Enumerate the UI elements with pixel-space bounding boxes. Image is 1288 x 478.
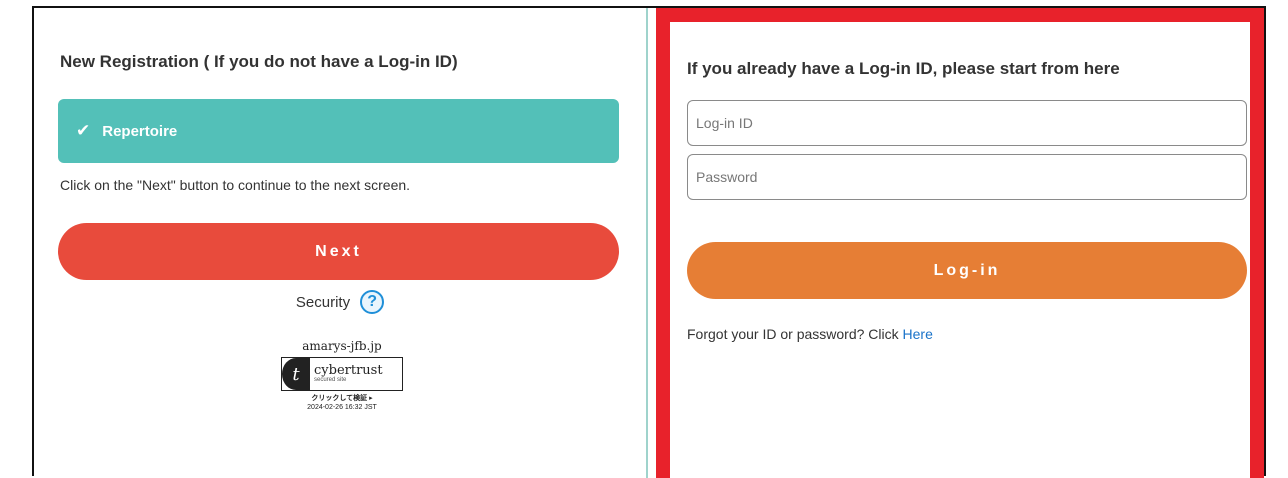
seal-verify: クリックして検証 ▸: [311, 395, 373, 402]
seal-brand: cybertrust: [314, 363, 383, 378]
check-icon: ✔: [76, 121, 91, 140]
security-label: Security: [295, 293, 351, 311]
repertoire-label: Repertoire: [102, 122, 178, 140]
repertoire-option[interactable]: ✔ Repertoire: [58, 99, 619, 163]
next-button[interactable]: Next: [58, 223, 619, 280]
login-id-input[interactable]: [687, 100, 1247, 146]
forgot-text: Forgot your ID or password? Click: [687, 326, 903, 342]
registration-heading: New Registration ( If you do not have a …: [60, 52, 458, 71]
registration-panel: New Registration ( If you do not have a …: [34, 8, 648, 478]
login-heading: If you already have a Log-in ID, please …: [687, 59, 1120, 78]
password-input[interactable]: [687, 154, 1247, 200]
seal-domain: amarys-jfb.jp: [302, 339, 382, 353]
security-row: Security ?: [34, 290, 646, 314]
cybertrust-seal[interactable]: amarys-jfb.jp t cybertrust secured site …: [272, 339, 412, 411]
cybertrust-logo-icon: t: [282, 358, 310, 390]
question-circle-icon[interactable]: ?: [360, 290, 385, 314]
forgot-here-link[interactable]: Here: [903, 326, 933, 342]
seal-date: 2024-02-26 16:32 JST: [307, 404, 377, 411]
login-panel: If you already have a Log-in ID, please …: [656, 8, 1264, 478]
seal-subtitle: secured site: [314, 377, 347, 383]
seal-badge: t cybertrust secured site: [281, 357, 403, 391]
forgot-credentials: Forgot your ID or password? Click Here: [687, 326, 933, 342]
login-button[interactable]: Log-in: [687, 242, 1247, 299]
next-instruction: Click on the "Next" button to continue t…: [60, 177, 411, 193]
